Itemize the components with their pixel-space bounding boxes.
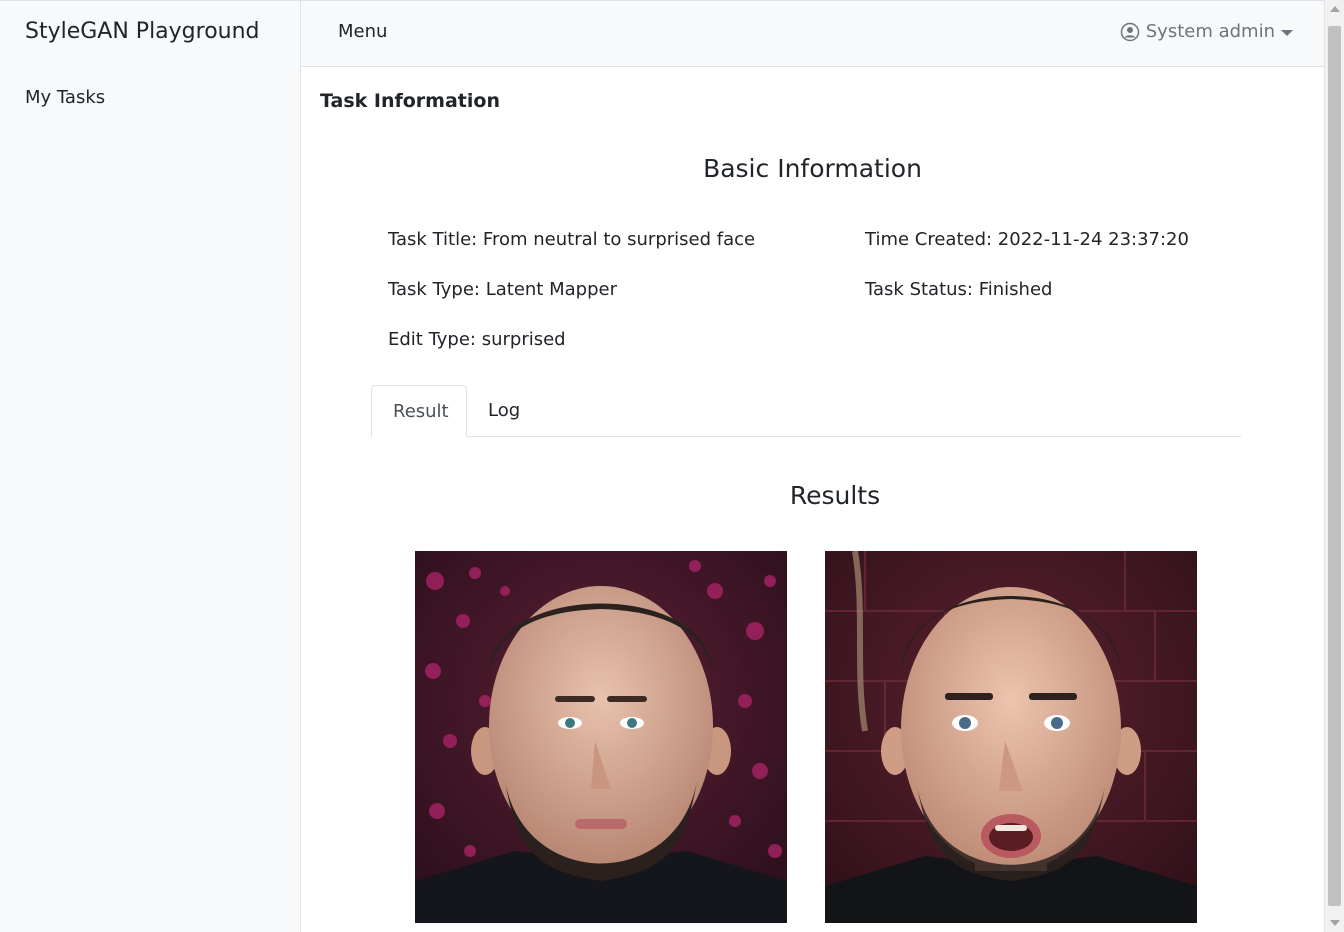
brand-title[interactable]: StyleGAN Playground xyxy=(25,19,260,44)
sidebar: StyleGAN Playground My Tasks xyxy=(0,0,301,932)
results-heading: Results xyxy=(789,481,881,510)
page-title: Task Information xyxy=(320,90,500,112)
task-title-field: Task Title: From neutral to surprised fa… xyxy=(388,229,756,250)
vertical-scrollbar[interactable] xyxy=(1324,0,1344,932)
scroll-up-arrow-icon[interactable] xyxy=(1330,6,1340,12)
scrollbar-thumb[interactable] xyxy=(1328,26,1341,906)
menu-link[interactable]: Menu xyxy=(338,21,387,42)
sidebar-item-my-tasks[interactable]: My Tasks xyxy=(25,87,105,108)
tab-log[interactable]: Log xyxy=(467,385,541,437)
edit-type-field: Edit Type: surprised xyxy=(388,329,566,350)
task-type-field: Task Type: Latent Mapper xyxy=(388,279,617,300)
original-face-image xyxy=(415,551,787,923)
top-navbar: Menu System admin xyxy=(301,0,1324,67)
user-menu-dropdown[interactable]: System admin xyxy=(1120,21,1293,42)
task-status-field: Task Status: Finished xyxy=(865,279,1053,300)
chevron-down-icon xyxy=(1281,29,1293,36)
scroll-down-arrow-icon[interactable] xyxy=(1330,920,1340,926)
result-tabs: Result Log xyxy=(371,385,1241,437)
basic-information-heading: Basic Information xyxy=(703,154,922,183)
tab-result[interactable]: Result xyxy=(371,385,467,437)
edited-face-image xyxy=(825,551,1197,923)
user-circle-icon xyxy=(1120,22,1140,42)
user-name: System admin xyxy=(1145,21,1275,42)
time-created-field: Time Created: 2022-11-24 23:37:20 xyxy=(865,229,1189,250)
